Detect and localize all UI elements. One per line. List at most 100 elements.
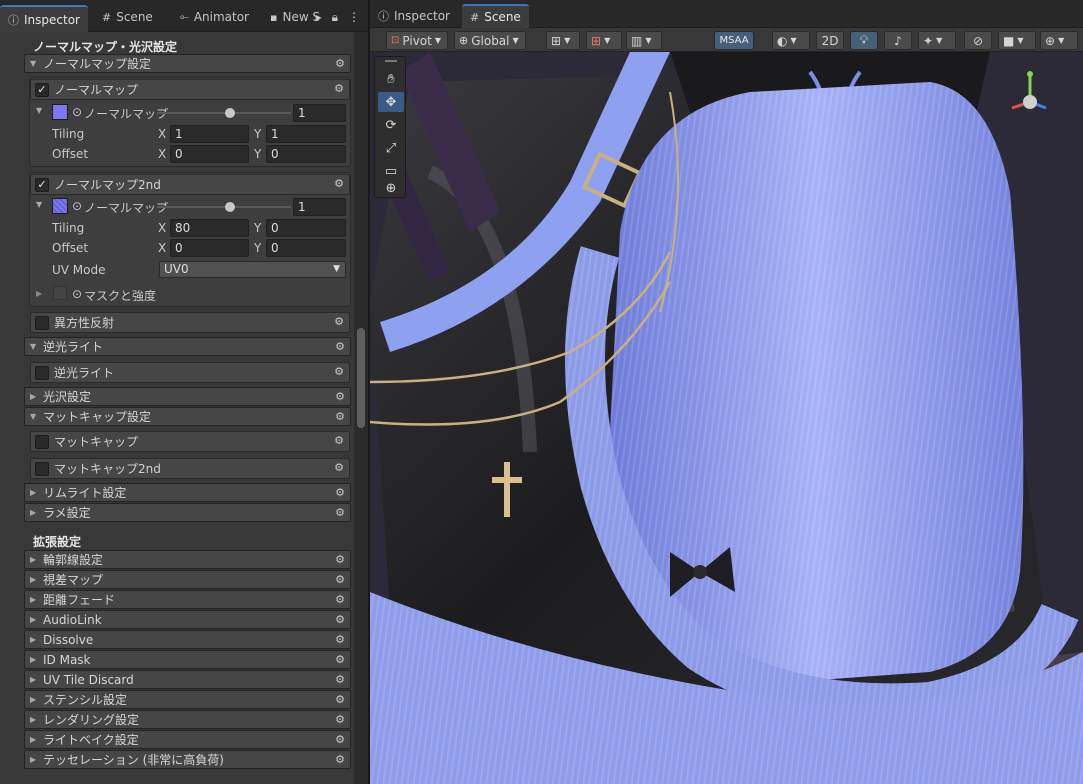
msaa-button[interactable]: MSAA xyxy=(714,31,754,50)
tab-scene[interactable]: # Scene xyxy=(462,4,529,28)
fold-uv-tile-discard[interactable]: ▶ UV Tile Discard ⚙ xyxy=(24,670,351,689)
backlight-checkbox[interactable] xyxy=(35,365,49,380)
foldout-open-icon[interactable]: ▼ xyxy=(36,106,42,115)
gear-icon[interactable]: ⚙ xyxy=(335,573,345,586)
normalmap1-checkbox[interactable]: ✓ xyxy=(35,82,49,97)
foldout-open-icon[interactable]: ▼ xyxy=(36,200,42,209)
normalmap2-slider-track[interactable] xyxy=(157,206,291,208)
fold-parallax[interactable]: ▶ 視差マップ ⚙ xyxy=(24,570,351,589)
normalmap1-tiling-y[interactable]: 1 xyxy=(266,125,346,143)
gear-icon[interactable]: ⚙ xyxy=(335,693,345,706)
gear-icon[interactable]: ⚙ xyxy=(334,315,344,328)
gear-icon[interactable]: ⚙ xyxy=(335,593,345,606)
normalmap1-offset-x[interactable]: 0 xyxy=(170,145,249,163)
fold-rendering[interactable]: ▶ レンダリング設定 ⚙ xyxy=(24,710,351,729)
fold-glitter[interactable]: ▶ ラメ設定 ⚙ xyxy=(24,503,351,522)
anisotropy-row[interactable]: 異方性反射 ⚙ xyxy=(30,312,350,333)
gear-icon[interactable]: ⚙ xyxy=(335,673,345,686)
hand-tool-button[interactable]: ✋︎ xyxy=(378,69,404,89)
fold-distance-fade[interactable]: ▶ 距離フェード ⚙ xyxy=(24,590,351,609)
backlight-row[interactable]: 逆光ライト ⚙ xyxy=(30,362,350,383)
gear-icon[interactable]: ⚙ xyxy=(335,390,345,403)
normalmap1-tiling-x[interactable]: 1 xyxy=(170,125,249,143)
fold-backlight[interactable]: ▼ 逆光ライト ⚙ xyxy=(24,337,351,356)
gear-icon[interactable]: ⚙ xyxy=(335,486,345,499)
fold-tessellation[interactable]: ▶ テッセレーション (非常に高負荷) ⚙ xyxy=(24,750,351,769)
tab-animator[interactable]: ⟜ Animator xyxy=(172,6,257,28)
gear-icon[interactable]: ⚙ xyxy=(334,177,344,190)
gear-icon[interactable]: ⚙ xyxy=(334,434,344,447)
foldout-closed-icon[interactable]: ▶ xyxy=(36,289,42,298)
lock-icon[interactable]: 🔒︎ xyxy=(332,10,338,25)
gear-icon[interactable]: ⚙ xyxy=(334,82,344,95)
normalmap2-texture-swatch[interactable] xyxy=(52,198,68,214)
normalmap2-tiling-y[interactable]: 0 xyxy=(266,219,346,237)
tab-scroll-right-icon[interactable]: ▸ xyxy=(316,10,322,25)
matcap2-row[interactable]: マットキャップ2nd ⚙ xyxy=(30,458,350,479)
normalmap2-offset-y[interactable]: 0 xyxy=(266,239,346,257)
move-tool-button[interactable]: ✥ xyxy=(378,92,404,112)
global-dropdown[interactable]: ⊕ Global ▼ xyxy=(454,31,526,50)
normalmap2-toggle-row[interactable]: ✓ ノーマルマップ2nd ⚙ xyxy=(30,174,350,195)
gear-icon[interactable]: ⚙ xyxy=(335,506,345,519)
more-menu-icon[interactable]: ⋮ xyxy=(348,10,360,25)
fold-matcap-settings[interactable]: ▼ マットキャップ設定 ⚙ xyxy=(24,407,351,426)
matcap2-checkbox[interactable] xyxy=(35,461,49,476)
gear-icon[interactable]: ⚙ xyxy=(335,57,345,70)
mask-texture-swatch[interactable] xyxy=(53,286,67,300)
transform-tool-button[interactable]: ⊕ xyxy=(378,179,404,197)
lighting-toggle-button[interactable]: 💡︎ xyxy=(850,31,878,50)
anisotropy-checkbox[interactable] xyxy=(35,315,49,330)
rect-tool-button[interactable]: ▭ xyxy=(378,161,404,181)
normalmap1-slider-knob[interactable] xyxy=(225,108,235,118)
gear-icon[interactable]: ⚙ xyxy=(335,653,345,666)
gizmos-button[interactable]: ⊕ ▼ xyxy=(1040,31,1078,50)
uvmode-dropdown[interactable]: UV0 ▼ xyxy=(159,261,346,278)
rotate-tool-button[interactable]: ⟳ xyxy=(378,115,404,135)
fold-rimlight[interactable]: ▶ リムライト設定 ⚙ xyxy=(24,483,351,502)
normalmap1-offset-y[interactable]: 0 xyxy=(266,145,346,163)
normalmap2-offset-x[interactable]: 0 xyxy=(170,239,249,257)
audio-toggle-button[interactable]: ♪ xyxy=(884,31,912,50)
drag-handle[interactable] xyxy=(385,60,397,62)
object-picker-icon[interactable]: ⊙ xyxy=(72,105,82,119)
gear-icon[interactable]: ⚙ xyxy=(335,753,345,766)
gear-icon[interactable]: ⚙ xyxy=(335,733,345,746)
camera-button[interactable]: ■ ▼ xyxy=(998,31,1036,50)
2d-toggle-button[interactable]: 2D xyxy=(816,31,844,50)
effects-button[interactable]: ✦ ▼ xyxy=(918,31,956,50)
normalmap2-checkbox[interactable]: ✓ xyxy=(35,177,49,192)
scrollbar-thumb[interactable] xyxy=(357,328,365,428)
normalmap1-toggle-row[interactable]: ✓ ノーマルマップ ⚙ xyxy=(30,79,350,100)
object-picker-icon[interactable]: ⊙ xyxy=(72,199,82,213)
ruler-button[interactable]: ▥ ▼ xyxy=(626,31,662,50)
tab-inspector[interactable]: ⓘ Inspector xyxy=(0,5,88,32)
gear-icon[interactable]: ⚙ xyxy=(335,553,345,566)
tab-scene[interactable]: # Scene xyxy=(94,6,161,28)
grid-snap-button[interactable]: ⊞ ▼ xyxy=(546,31,580,50)
inspector-scrollbar[interactable] xyxy=(354,32,368,784)
tab-inspector[interactable]: ⓘ Inspector xyxy=(370,5,458,27)
gear-icon[interactable]: ⚙ xyxy=(334,461,344,474)
gear-icon[interactable]: ⚙ xyxy=(335,713,345,726)
normalmap1-texture-swatch[interactable] xyxy=(52,104,68,120)
gear-icon[interactable]: ⚙ xyxy=(335,340,345,353)
matcap-checkbox[interactable] xyxy=(35,434,49,449)
gear-icon[interactable]: ⚙ xyxy=(334,365,344,378)
fold-id-mask[interactable]: ▶ ID Mask ⚙ xyxy=(24,650,351,669)
scene-viewport[interactable]: ✋︎ ✥ ⟳ ⤢ ▭ ⊕ xyxy=(370,52,1083,784)
fold-outline[interactable]: ▶ 輪郭線設定 ⚙ xyxy=(24,550,351,569)
object-picker-icon[interactable]: ⊙ xyxy=(72,287,82,301)
normalmap1-slider-track[interactable] xyxy=(157,112,291,114)
fold-audiolink[interactable]: ▶ AudioLink ⚙ xyxy=(24,610,351,629)
fold-dissolve[interactable]: ▶ Dissolve ⚙ xyxy=(24,630,351,649)
fold-normalmap-settings[interactable]: ▼ ノーマルマップ設定 ⚙ xyxy=(24,54,351,73)
normalmap1-scale-field[interactable]: 1 xyxy=(293,104,346,122)
hidden-objects-button[interactable]: ⊘ xyxy=(964,31,992,50)
fold-stencil[interactable]: ▶ ステンシル設定 ⚙ xyxy=(24,690,351,709)
matcap-row[interactable]: マットキャップ ⚙ xyxy=(30,431,350,452)
gear-icon[interactable]: ⚙ xyxy=(335,613,345,626)
normalmap2-tiling-x[interactable]: 80 xyxy=(170,219,249,237)
normalmap2-scale-field[interactable]: 1 xyxy=(293,198,346,216)
increment-snap-button[interactable]: ⊞ ▼ xyxy=(586,31,622,50)
